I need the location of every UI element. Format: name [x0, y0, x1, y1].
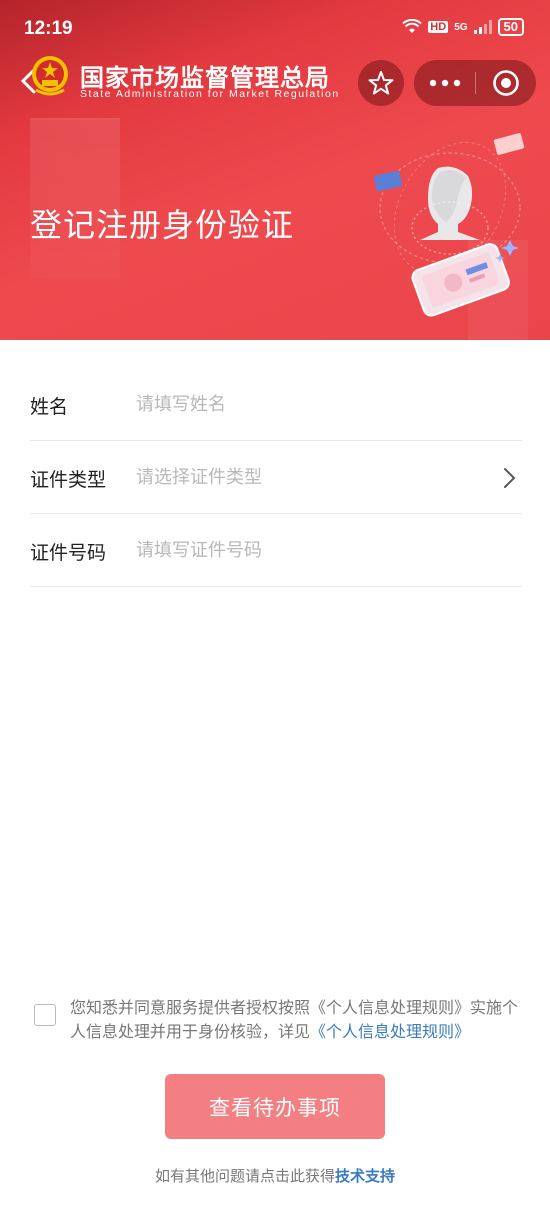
- status-icons: HD 5G 50: [402, 18, 524, 36]
- target-close-icon: [493, 70, 519, 96]
- help-line: 如有其他问题请点击此获得技术支持: [0, 1165, 550, 1186]
- tech-support-link[interactable]: 技术支持: [335, 1167, 395, 1185]
- identity-form: 姓名 证件类型 证件号码: [30, 368, 522, 587]
- national-emblem-logo: [32, 56, 68, 96]
- name-label: 姓名: [30, 396, 69, 418]
- agreement-text: 您知悉并同意服务提供者授权按照《个人信息处理规则》实施个人信息处理并用于身份核验…: [70, 996, 518, 1044]
- agency-name-english: State Administration for Market Regulati…: [80, 88, 340, 100]
- face-verification-illustration: [373, 133, 525, 317]
- network-label: 5G: [454, 21, 468, 33]
- signal-icon: [473, 20, 492, 34]
- name-input[interactable]: [136, 386, 476, 422]
- name-row: 姓名: [30, 368, 522, 441]
- status-bar: 12:19 HD 5G 50: [0, 0, 550, 46]
- id-type-select[interactable]: [136, 459, 476, 495]
- battery-icon: 50: [497, 18, 524, 36]
- help-text: 如有其他问题请点击此获得: [154, 1167, 335, 1185]
- id-type-row[interactable]: 证件类型: [30, 441, 522, 514]
- privacy-rules-link[interactable]: 《个人信息处理规则》: [310, 1022, 470, 1041]
- agreement-checkbox[interactable]: [34, 1004, 56, 1026]
- id-type-label: 证件类型: [30, 469, 107, 491]
- status-time: 12:19: [24, 18, 73, 39]
- view-pending-tasks-button[interactable]: 查看待办事项: [165, 1074, 385, 1139]
- building-decoration: [30, 118, 120, 278]
- wifi-icon: [402, 19, 422, 33]
- header-banner: 12:19 HD 5G 50 国家市场监督管理总局 State Administ…: [0, 0, 550, 340]
- close-miniprogram-button[interactable]: [476, 60, 536, 106]
- id-number-row: 证件号码: [30, 514, 522, 587]
- favorite-button[interactable]: [358, 60, 404, 106]
- more-dots-icon: [429, 79, 460, 87]
- page-title: 登记注册身份验证: [30, 206, 295, 244]
- chevron-right-icon: [504, 468, 516, 488]
- id-number-label: 证件号码: [30, 542, 107, 564]
- miniprogram-capsule: [414, 60, 536, 106]
- star-icon: [368, 71, 394, 95]
- more-button[interactable]: [414, 60, 475, 106]
- hd-badge: HD: [428, 21, 449, 33]
- nav-bar: 国家市场监督管理总局 State Administration for Mark…: [0, 46, 550, 116]
- id-number-input[interactable]: [136, 532, 476, 568]
